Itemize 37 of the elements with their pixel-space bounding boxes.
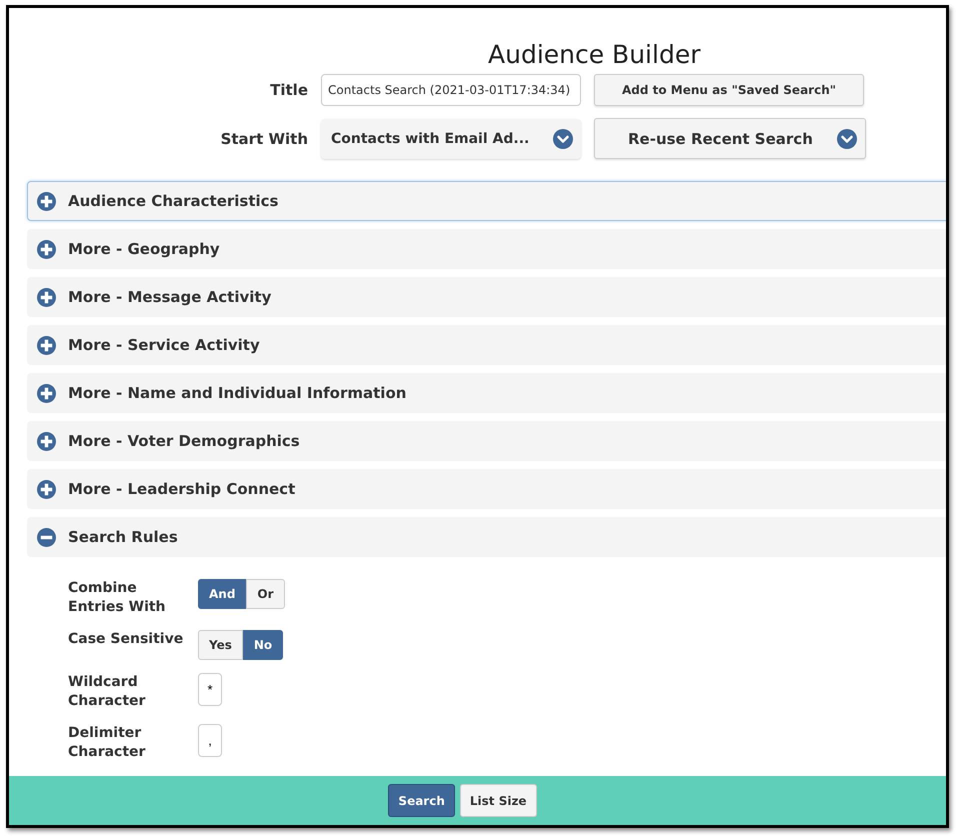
save-search-button[interactable]: Add to Menu as "Saved Search": [594, 74, 864, 106]
list-size-button[interactable]: List Size: [460, 784, 537, 817]
character-field[interactable]: *: [198, 673, 222, 706]
section-header[interactable]: More - Voter Demographics: [27, 421, 946, 461]
toggle-option[interactable]: Yes: [198, 630, 243, 660]
recent-search-dropdown[interactable]: Re-use Recent Search: [594, 118, 866, 159]
field-label: Title: [270, 81, 308, 99]
chevron-down-icon: [553, 128, 573, 148]
plus-icon: [37, 432, 56, 450]
toggle-option[interactable]: Or: [246, 579, 285, 609]
plus-icon: [37, 192, 56, 210]
character-field[interactable]: ,: [198, 724, 222, 757]
chevron-down-icon: [837, 128, 857, 148]
plus-icon: [37, 240, 56, 258]
section-header[interactable]: More - Leadership Connect: [27, 469, 946, 509]
title-field[interactable]: Contacts Search (2021-03-01T17:34:34): [321, 74, 581, 106]
rule-label: Combine Entries With: [68, 579, 167, 617]
toggle-option[interactable]: No: [242, 630, 284, 660]
minus-icon: [37, 528, 56, 546]
field-label: Start With: [220, 130, 308, 148]
rule-label: Wildcard Character: [68, 673, 146, 711]
rule-label: Delimiter Character: [68, 724, 146, 762]
plus-icon: [37, 288, 56, 306]
section-header[interactable]: More - Geography: [27, 229, 946, 269]
rule-label: Case Sensitive: [68, 630, 184, 649]
section-header[interactable]: Audience Characteristics: [27, 181, 946, 221]
start-with-dropdown[interactable]: Contacts with Email Ad...: [321, 118, 581, 158]
search-button[interactable]: Search: [388, 784, 455, 817]
section-header[interactable]: Search Rules: [27, 517, 946, 557]
toggle-option[interactable]: And: [198, 579, 246, 609]
page-title: Audience Builder: [488, 39, 700, 71]
section-header[interactable]: More - Name and Individual Information: [27, 373, 946, 413]
section-header[interactable]: More - Message Activity: [27, 277, 946, 317]
plus-icon: [37, 480, 56, 498]
plus-icon: [37, 336, 56, 354]
plus-icon: [37, 384, 56, 402]
section-header[interactable]: More - Service Activity: [27, 325, 946, 365]
